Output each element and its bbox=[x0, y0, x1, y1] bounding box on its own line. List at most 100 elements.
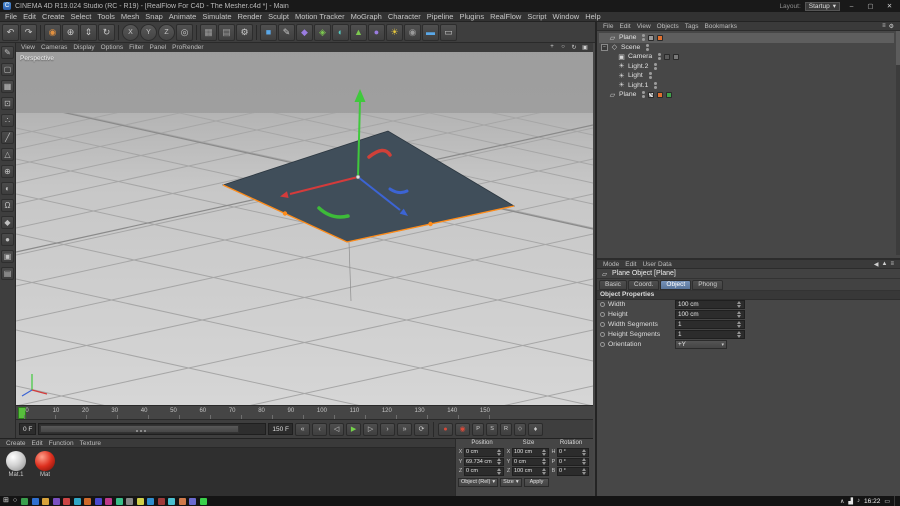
menu-tools[interactable]: Tools bbox=[94, 12, 118, 21]
object-tag-icon[interactable] bbox=[657, 34, 664, 41]
add-symmetry-icon[interactable]: ◐ bbox=[332, 23, 349, 41]
keyframe-dot-icon[interactable] bbox=[600, 312, 605, 317]
viewport-menu-view[interactable]: View bbox=[18, 44, 38, 51]
search-icon[interactable]: ○ bbox=[13, 496, 17, 506]
taskbar-app-icon[interactable] bbox=[189, 497, 197, 505]
menu-realflow[interactable]: RealFlow bbox=[487, 12, 524, 21]
om-menu-bookmarks[interactable]: Bookmarks bbox=[701, 23, 740, 30]
material-preview-sphere[interactable] bbox=[6, 451, 26, 471]
visibility-toggles[interactable] bbox=[658, 53, 662, 61]
palette-tool-icon[interactable]: ▣ bbox=[1, 250, 14, 263]
range-slider-handle[interactable] bbox=[40, 425, 240, 433]
keyframe-dot-icon[interactable] bbox=[600, 322, 605, 327]
tab-basic[interactable]: Basic bbox=[599, 280, 627, 290]
object-properties-header[interactable]: Object Properties bbox=[597, 290, 900, 300]
texture-mode-icon[interactable]: ▦ bbox=[1, 80, 14, 93]
palette-tool-icon[interactable]: ● bbox=[1, 233, 14, 246]
visibility-toggles[interactable] bbox=[654, 62, 658, 70]
edges-mode-icon[interactable]: ╱ bbox=[1, 131, 14, 144]
start-button[interactable]: ⊞ bbox=[3, 496, 9, 506]
size-mode-dropdown[interactable]: Size ▾ bbox=[500, 477, 522, 487]
object-tag-icon[interactable] bbox=[648, 34, 655, 41]
close-button[interactable]: ✕ bbox=[882, 1, 897, 12]
menu-help[interactable]: Help bbox=[582, 12, 603, 21]
viewport-canvas[interactable] bbox=[16, 43, 593, 405]
viewport-solo-icon[interactable]: ◐ bbox=[1, 182, 14, 195]
object-row-light[interactable]: ☀ Light bbox=[599, 71, 894, 81]
notification-icon[interactable]: ▭ bbox=[884, 498, 890, 505]
next-frame-button[interactable]: ▷ bbox=[363, 422, 379, 436]
object-tag-icon[interactable] bbox=[673, 53, 680, 60]
render-view-icon[interactable]: ▦ bbox=[200, 23, 217, 41]
spinner-icon[interactable] bbox=[737, 331, 742, 338]
polygons-mode-icon[interactable]: △ bbox=[1, 148, 14, 161]
width-input[interactable]: 100 cm bbox=[675, 300, 745, 309]
viewport-pan-icon[interactable]: + bbox=[548, 44, 556, 51]
taskbar-app-icon[interactable] bbox=[168, 497, 176, 505]
taskbar-app-icon[interactable] bbox=[105, 497, 113, 505]
taskbar-app-icon[interactable] bbox=[147, 497, 155, 505]
viewport-menu-options[interactable]: Options bbox=[98, 44, 126, 51]
go-to-start-button[interactable]: « bbox=[295, 422, 311, 436]
taskbar-app-icon[interactable] bbox=[21, 497, 29, 505]
record-keyframe-button[interactable]: ● bbox=[438, 422, 454, 436]
keyframe-dot-icon[interactable] bbox=[600, 302, 605, 307]
tray-expand-icon[interactable]: ∧ bbox=[840, 498, 844, 505]
range-start-field[interactable]: 0 F bbox=[19, 423, 37, 435]
maximize-button[interactable]: ▢ bbox=[863, 1, 878, 12]
om-menu-tags[interactable]: Tags bbox=[682, 23, 702, 30]
spinner-icon[interactable] bbox=[737, 321, 742, 328]
taskbar-app-icon[interactable] bbox=[199, 497, 207, 505]
am-menu-mode[interactable]: Mode bbox=[600, 261, 622, 268]
menu-select[interactable]: Select bbox=[68, 12, 95, 21]
lock-y-axis-icon[interactable]: Y bbox=[140, 23, 157, 41]
menu-mograph[interactable]: MoGraph bbox=[348, 12, 385, 21]
enable-axis-icon[interactable]: ⊕ bbox=[1, 165, 14, 178]
texture-tag-icon[interactable] bbox=[648, 91, 655, 98]
lock-z-axis-icon[interactable]: Z bbox=[158, 23, 175, 41]
palette-tool-icon[interactable]: ▤ bbox=[1, 267, 14, 280]
record-position-toggle[interactable]: P bbox=[472, 422, 485, 436]
menu-animate[interactable]: Animate bbox=[166, 12, 200, 21]
object-row-camera[interactable]: ▣ Camera bbox=[599, 52, 894, 62]
menu-create[interactable]: Create bbox=[39, 12, 68, 21]
visibility-toggles[interactable] bbox=[654, 81, 658, 89]
om-menu-edit[interactable]: Edit bbox=[616, 23, 633, 30]
visibility-toggles[interactable] bbox=[648, 72, 652, 80]
am-menu-userdata[interactable]: User Data bbox=[639, 261, 674, 268]
spinner-icon[interactable] bbox=[542, 448, 547, 456]
keyframe-dot-icon[interactable] bbox=[600, 342, 605, 347]
add-spline-icon[interactable]: ✎ bbox=[278, 23, 295, 41]
object-row-plane[interactable]: ▱ Plane bbox=[599, 90, 894, 100]
viewport-menu-panel[interactable]: Panel bbox=[147, 44, 170, 51]
add-generator-icon[interactable]: ◆ bbox=[296, 23, 313, 41]
width-segments-input[interactable]: 1 bbox=[675, 320, 745, 329]
menu-pipeline[interactable]: Pipeline bbox=[424, 12, 457, 21]
viewport-menu-display[interactable]: Display bbox=[70, 44, 97, 51]
menu-character[interactable]: Character bbox=[385, 12, 424, 21]
next-key-button[interactable]: › bbox=[380, 422, 396, 436]
apply-button[interactable]: Apply bbox=[523, 477, 550, 487]
menu-render[interactable]: Render bbox=[235, 12, 266, 21]
scale-tool-icon[interactable]: ⇕ bbox=[80, 23, 97, 41]
rotation-p-field[interactable]: 0 ° bbox=[557, 457, 589, 466]
rotate-tool-icon[interactable]: ↻ bbox=[98, 23, 115, 41]
om-menu-view[interactable]: View bbox=[634, 23, 654, 30]
viewport-zoom-icon[interactable]: ○ bbox=[559, 44, 567, 51]
object-manager-scrollbar[interactable] bbox=[896, 31, 900, 255]
keyframe-dot-icon[interactable] bbox=[600, 332, 605, 337]
spinner-icon[interactable] bbox=[497, 448, 502, 456]
menu-mesh[interactable]: Mesh bbox=[118, 12, 142, 21]
menu-window[interactable]: Window bbox=[550, 12, 583, 21]
object-row-plane-mesher[interactable]: ▱ Plane bbox=[599, 33, 894, 43]
rotation-b-field[interactable]: 0 ° bbox=[557, 467, 589, 476]
position-z-field[interactable]: 0 cm bbox=[464, 467, 504, 476]
taskbar-app-icon[interactable] bbox=[115, 497, 123, 505]
taskbar-app-icon[interactable] bbox=[126, 497, 134, 505]
height-segments-input[interactable]: 1 bbox=[675, 330, 745, 339]
spinner-icon[interactable] bbox=[542, 458, 547, 466]
undo-icon[interactable]: ↶ bbox=[2, 23, 19, 41]
am-back-icon[interactable]: ◀ bbox=[874, 261, 879, 268]
am-menu-edit[interactable]: Edit bbox=[622, 261, 639, 268]
orientation-dropdown[interactable]: +Y ▾ bbox=[675, 340, 727, 349]
